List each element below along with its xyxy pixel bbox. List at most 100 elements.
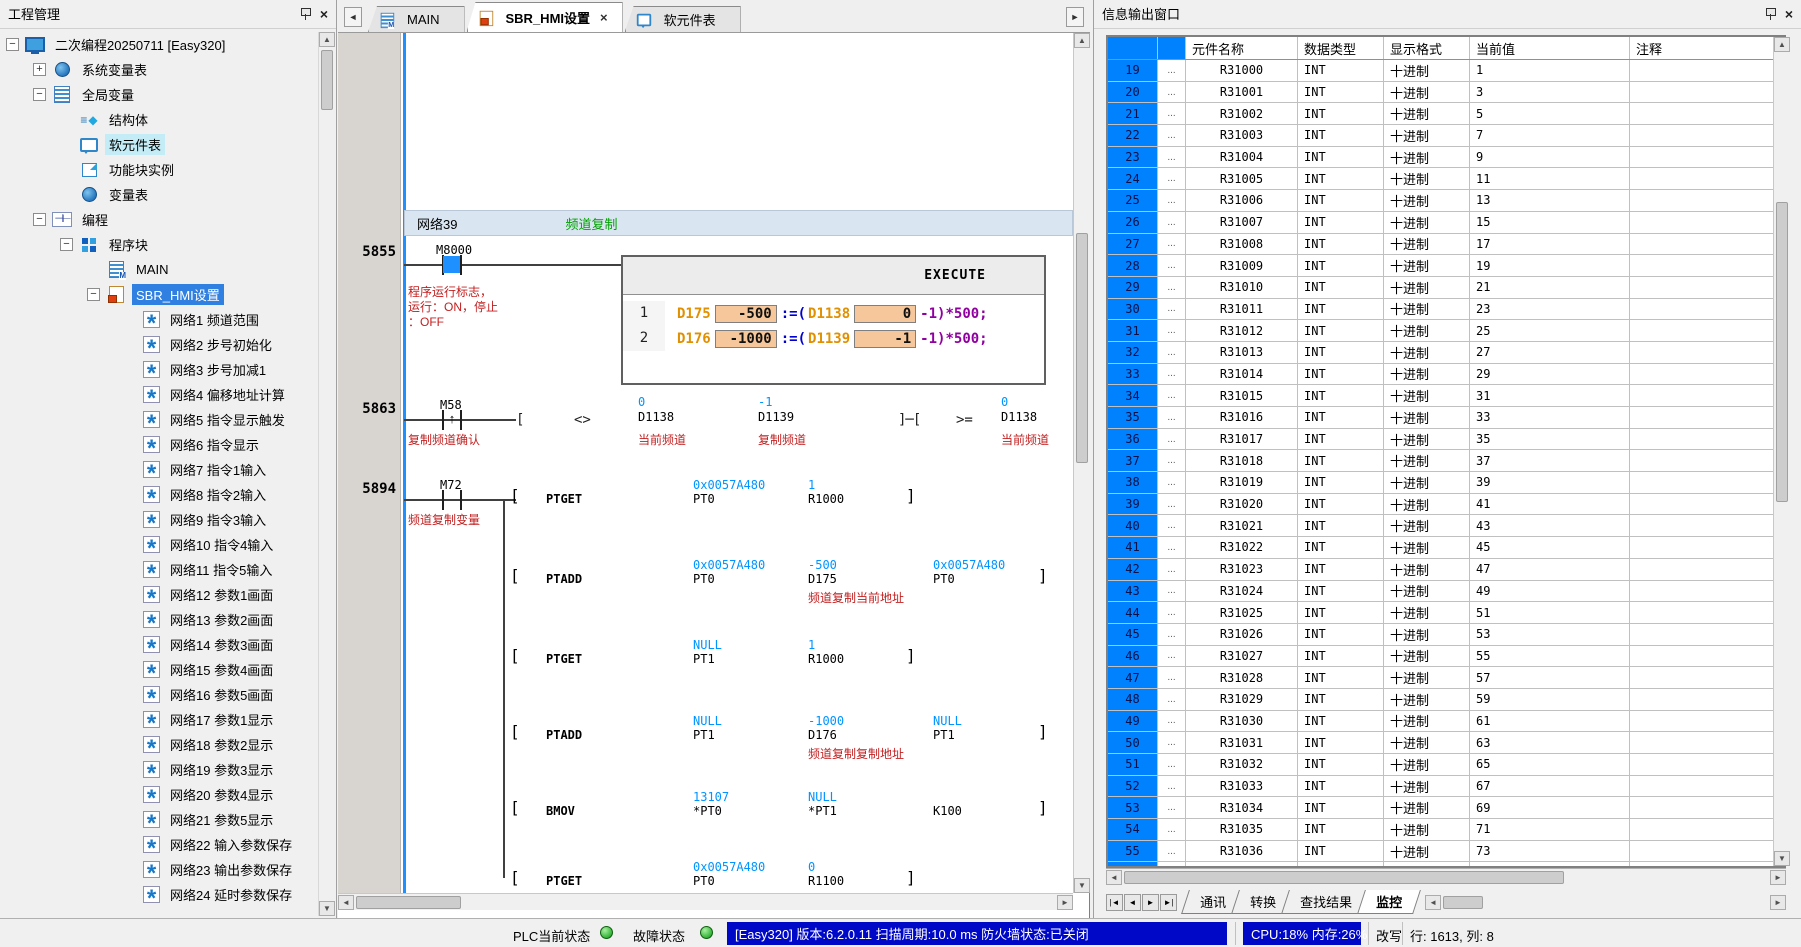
scroll-right-icon[interactable]: ► <box>1770 895 1786 910</box>
element-name-cell[interactable]: R31026 <box>1186 624 1298 645</box>
current-value-cell[interactable]: 57 <box>1470 667 1630 688</box>
operand-name[interactable]: PT1 <box>693 728 715 742</box>
data-type-cell[interactable]: INT <box>1298 559 1384 580</box>
current-value-cell[interactable]: 51 <box>1470 602 1630 623</box>
tree-item-label[interactable]: 软元件表 <box>105 134 165 155</box>
tree-item-label[interactable]: 网络20 参数4显示 <box>166 784 277 805</box>
tree-item-label[interactable]: 结构体 <box>105 109 152 130</box>
row-number-cell[interactable]: 54 <box>1108 819 1158 840</box>
table-hscrollbar[interactable]: ◄ ► <box>1106 868 1786 885</box>
row-dots-cell[interactable]: ... <box>1158 559 1186 580</box>
tree-item-label[interactable]: 网络22 输入参数保存 <box>166 834 296 855</box>
data-type-cell[interactable]: INT <box>1298 689 1384 710</box>
tree-item-label[interactable]: 网络3 步号加减1 <box>166 359 270 380</box>
tree-item-label[interactable]: 网络1 频道范围 <box>166 309 263 330</box>
operand-name[interactable]: PT1 <box>693 652 715 666</box>
tab-scroll-left-icon[interactable]: ◄ <box>344 7 362 27</box>
ladder-vscrollbar[interactable]: ▲ ▼ <box>1073 33 1090 893</box>
row-dots-cell[interactable]: ... <box>1158 125 1186 146</box>
tree-item-label[interactable]: 网络17 参数1显示 <box>166 709 277 730</box>
comment-cell[interactable] <box>1630 82 1784 103</box>
display-format-cell[interactable]: 十进制 <box>1384 537 1470 558</box>
row-number-cell[interactable]: 51 <box>1108 754 1158 775</box>
row-number-cell[interactable]: 48 <box>1108 689 1158 710</box>
current-value-cell[interactable]: 37 <box>1470 450 1630 471</box>
data-type-cell[interactable]: INT <box>1298 364 1384 385</box>
current-value-cell[interactable]: 73 <box>1470 841 1630 862</box>
display-format-cell[interactable]: 十进制 <box>1384 342 1470 363</box>
ladder-hscroll-thumb[interactable] <box>356 896 461 909</box>
dest-operand[interactable]: D175 <box>677 306 711 322</box>
row-dots-cell[interactable]: ... <box>1158 494 1186 515</box>
editor-tab[interactable]: 软元件表 <box>625 6 741 32</box>
table-row[interactable]: 48 ... R31029 INT 十进制 59 <box>1108 689 1784 711</box>
tab-close-icon[interactable]: × <box>600 10 608 25</box>
display-format-cell[interactable]: 十进制 <box>1384 667 1470 688</box>
comment-cell[interactable] <box>1630 60 1784 81</box>
display-format-cell[interactable]: 十进制 <box>1384 581 1470 602</box>
display-format-cell[interactable]: 十进制 <box>1384 364 1470 385</box>
display-format-cell[interactable]: 十进制 <box>1384 819 1470 840</box>
editor-tab[interactable]: MAIN <box>368 6 465 32</box>
data-type-cell[interactable]: INT <box>1298 168 1384 189</box>
display-format-cell[interactable]: 十进制 <box>1384 429 1470 450</box>
comment-cell[interactable] <box>1630 320 1784 341</box>
dest-operand[interactable]: D176 <box>677 331 711 347</box>
tree-item-label[interactable]: 网络14 参数3画面 <box>166 634 277 655</box>
current-value-cell[interactable]: 69 <box>1470 797 1630 818</box>
row-dots-cell[interactable]: ... <box>1158 646 1186 667</box>
row-number-cell[interactable]: 42 <box>1108 559 1158 580</box>
close-icon[interactable]: × <box>320 7 328 21</box>
tree-scrollbar-thumb[interactable] <box>321 50 333 110</box>
current-value-cell[interactable]: 11 <box>1470 168 1630 189</box>
element-name-cell[interactable]: R31008 <box>1186 234 1298 255</box>
current-value-cell[interactable]: 31 <box>1470 385 1630 406</box>
data-type-cell[interactable]: INT <box>1298 819 1384 840</box>
row-dots-cell[interactable]: ... <box>1158 429 1186 450</box>
tree-item-label[interactable]: 程序块 <box>105 234 152 255</box>
current-value-cell[interactable]: 5 <box>1470 103 1630 124</box>
display-format-cell[interactable]: 十进制 <box>1384 125 1470 146</box>
comment-cell[interactable] <box>1630 602 1784 623</box>
tree-item[interactable]: 软元件表 <box>2 132 317 157</box>
comment-cell[interactable] <box>1630 385 1784 406</box>
col-header-comment[interactable]: 注释 <box>1630 37 1784 59</box>
current-value-cell[interactable]: 3 <box>1470 82 1630 103</box>
output-tab-label[interactable]: 查找结果 <box>1300 892 1352 911</box>
output-tab[interactable]: 监控 <box>1357 890 1421 914</box>
element-name-cell[interactable]: R31028 <box>1186 667 1298 688</box>
row-number-cell[interactable]: 33 <box>1108 364 1158 385</box>
table-hscroll-thumb[interactable] <box>1124 871 1564 884</box>
data-type-cell[interactable]: INT <box>1298 429 1384 450</box>
table-row[interactable]: 45 ... R31026 INT 十进制 53 <box>1108 624 1784 646</box>
scroll-left-icon[interactable]: ◄ <box>1106 870 1122 885</box>
comment-cell[interactable] <box>1630 125 1784 146</box>
tree-item[interactable]: 网络22 输入参数保存 <box>2 832 317 857</box>
tree-item-label[interactable]: 网络11 指令5输入 <box>166 559 276 580</box>
element-name-cell[interactable]: R31025 <box>1186 602 1298 623</box>
data-type-cell[interactable]: INT <box>1298 190 1384 211</box>
table-row[interactable]: 35 ... R31016 INT 十进制 33 <box>1108 407 1784 429</box>
element-name-cell[interactable]: R31006 <box>1186 190 1298 211</box>
row-number-cell[interactable]: 55 <box>1108 841 1158 862</box>
data-type-cell[interactable]: INT <box>1298 754 1384 775</box>
comment-cell[interactable] <box>1630 667 1784 688</box>
comment-cell[interactable] <box>1630 581 1784 602</box>
data-type-cell[interactable]: INT <box>1298 147 1384 168</box>
tree-item[interactable]: MAIN <box>2 257 317 282</box>
element-name-cell[interactable]: R31015 <box>1186 385 1298 406</box>
table-row[interactable]: 46 ... R31027 INT 十进制 55 <box>1108 646 1784 668</box>
table-row[interactable]: 54 ... R31035 INT 十进制 71 <box>1108 819 1784 841</box>
col-header-format[interactable]: 显示格式 <box>1384 37 1470 59</box>
output-tab-label[interactable]: 转换 <box>1250 892 1276 911</box>
data-type-cell[interactable]: INT <box>1298 277 1384 298</box>
row-dots-cell[interactable]: ... <box>1158 385 1186 406</box>
current-value-cell[interactable]: 55 <box>1470 646 1630 667</box>
element-name-cell[interactable]: R31017 <box>1186 429 1298 450</box>
current-value-cell[interactable]: 25 <box>1470 320 1630 341</box>
tree-item[interactable]: 网络5 指令显示触发 <box>2 407 317 432</box>
tree-expander-icon[interactable]: − <box>87 288 100 301</box>
element-name-cell[interactable]: R31020 <box>1186 494 1298 515</box>
row-number-cell[interactable]: 52 <box>1108 776 1158 797</box>
row-number-cell[interactable]: 38 <box>1108 472 1158 493</box>
